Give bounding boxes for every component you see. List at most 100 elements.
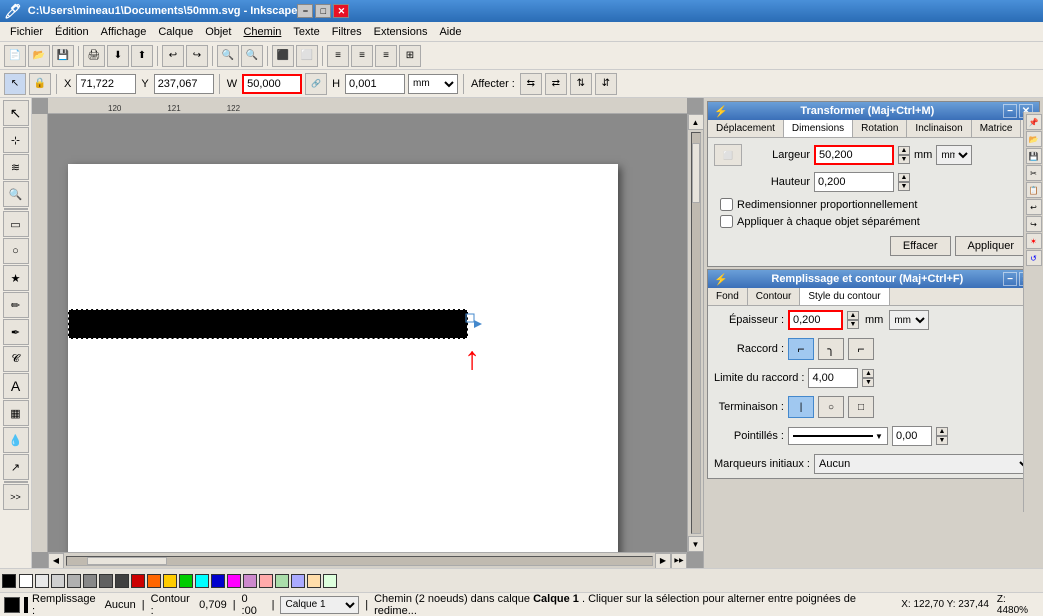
menu-texte[interactable]: Texte bbox=[287, 24, 325, 40]
affecter-btn2[interactable]: ⇄ bbox=[545, 73, 567, 95]
node-tool[interactable]: ⊹ bbox=[3, 127, 29, 153]
color-lightgreen[interactable] bbox=[275, 574, 289, 588]
align-left-button[interactable]: ≡ bbox=[327, 45, 349, 67]
cap-round[interactable]: ○ bbox=[818, 396, 844, 418]
dropper-tool[interactable]: 💧 bbox=[3, 427, 29, 453]
vscroll-track[interactable] bbox=[691, 132, 701, 534]
import-button[interactable]: ⬇ bbox=[107, 45, 129, 67]
undo-button[interactable]: ↩ bbox=[162, 45, 184, 67]
color-black[interactable] bbox=[2, 574, 16, 588]
tab-rotation[interactable]: Rotation bbox=[853, 120, 907, 137]
close-button[interactable]: ✕ bbox=[333, 4, 349, 18]
rs-btn5[interactable]: 📋 bbox=[1026, 182, 1042, 198]
hscroll-thumb[interactable] bbox=[87, 557, 167, 565]
color-gray1[interactable] bbox=[35, 574, 49, 588]
apply-each-checkbox[interactable] bbox=[720, 215, 733, 228]
color-magenta[interactable] bbox=[227, 574, 241, 588]
tab-style-contour[interactable]: Style du contour bbox=[800, 288, 889, 305]
largeur-unit-select[interactable]: mm px bbox=[936, 145, 972, 165]
distribute-button[interactable]: ⊞ bbox=[399, 45, 421, 67]
join-miter[interactable]: ⌐ bbox=[788, 338, 814, 360]
select-tool[interactable]: ↖ bbox=[4, 73, 26, 95]
arrow-tool[interactable]: ↖ bbox=[3, 100, 29, 126]
limite-input[interactable] bbox=[808, 368, 858, 388]
fillstroke-minimize[interactable]: − bbox=[1003, 272, 1017, 286]
unit-select[interactable]: mm px cm bbox=[408, 74, 458, 94]
save-button[interactable]: 💾 bbox=[52, 45, 74, 67]
rs-btn4[interactable]: ✂ bbox=[1026, 165, 1042, 181]
layer-select[interactable]: Calque 1 bbox=[280, 596, 359, 614]
affecter-btn3[interactable]: ⇅ bbox=[570, 73, 592, 95]
limite-up[interactable]: ▲ bbox=[862, 369, 874, 378]
star-tool[interactable]: ★ bbox=[3, 265, 29, 291]
color-lightred[interactable] bbox=[259, 574, 273, 588]
menu-fichier[interactable]: Fichier bbox=[4, 24, 49, 40]
zoom-out-button[interactable]: 🔍 bbox=[241, 45, 263, 67]
color-gray3[interactable] bbox=[67, 574, 81, 588]
tab-matrice[interactable]: Matrice bbox=[972, 120, 1022, 137]
epaisseur-unit-select[interactable]: mm px bbox=[889, 310, 929, 330]
fill-color-swatch[interactable] bbox=[4, 597, 20, 613]
color-yellow[interactable] bbox=[163, 574, 177, 588]
scroll-right-arrow[interactable]: ▶ bbox=[655, 553, 671, 569]
y-input[interactable]: 237,067 bbox=[154, 74, 214, 94]
tab-inclinaison[interactable]: Inclinaison bbox=[907, 120, 971, 137]
hscroll-track[interactable] bbox=[66, 556, 653, 566]
rs-btn3[interactable]: 💾 bbox=[1026, 148, 1042, 164]
tab-dimensions[interactable]: Dimensions bbox=[784, 120, 853, 137]
h-input[interactable] bbox=[345, 74, 405, 94]
epaisseur-input[interactable] bbox=[788, 310, 843, 330]
join-bevel[interactable]: ⌐ bbox=[848, 338, 874, 360]
color-gray2[interactable] bbox=[51, 574, 65, 588]
color-cyan[interactable] bbox=[195, 574, 209, 588]
color-purple[interactable] bbox=[243, 574, 257, 588]
join-round[interactable]: ╮ bbox=[818, 338, 844, 360]
tab-deplacement[interactable]: Déplacement bbox=[708, 120, 784, 137]
pointilles-down[interactable]: ▼ bbox=[936, 436, 948, 445]
lock-aspect[interactable]: 🔗 bbox=[305, 73, 327, 95]
appliquer-button[interactable]: Appliquer bbox=[955, 236, 1027, 256]
menu-edition[interactable]: Édition bbox=[49, 24, 95, 40]
group-button[interactable]: ⬛ bbox=[272, 45, 294, 67]
menu-objet[interactable]: Objet bbox=[199, 24, 237, 40]
minimize-button[interactable]: − bbox=[297, 4, 313, 18]
scroll-expand[interactable]: ▶▶ bbox=[671, 553, 687, 569]
color-lightblue[interactable] bbox=[291, 574, 305, 588]
scroll-up-arrow[interactable]: ▲ bbox=[688, 114, 704, 130]
menu-filtres[interactable]: Filtres bbox=[326, 24, 368, 40]
ungroup-button[interactable]: ⬜ bbox=[296, 45, 318, 67]
circle-tool[interactable]: ○ bbox=[3, 238, 29, 264]
pencil-tool[interactable]: ✒ bbox=[3, 319, 29, 345]
x-input[interactable]: 71,722 bbox=[76, 74, 136, 94]
largeur-icon[interactable]: ⬜ bbox=[714, 144, 742, 166]
hauteur-down[interactable]: ▼ bbox=[898, 182, 910, 191]
effacer-button[interactable]: Effacer bbox=[890, 236, 951, 256]
tab-fond[interactable]: Fond bbox=[708, 288, 748, 305]
align-right-button[interactable]: ≡ bbox=[375, 45, 397, 67]
rs-btn9[interactable]: ↺ bbox=[1026, 250, 1042, 266]
marqueurs-select[interactable]: Aucun bbox=[814, 454, 1033, 474]
largeur-up[interactable]: ▲ bbox=[898, 146, 910, 155]
hauteur-input[interactable] bbox=[814, 172, 894, 192]
color-white[interactable] bbox=[19, 574, 33, 588]
affecter-btn1[interactable]: ⇆ bbox=[520, 73, 542, 95]
zoom-tool[interactable]: 🔍 bbox=[3, 181, 29, 207]
color-gray6[interactable] bbox=[115, 574, 129, 588]
cap-square[interactable]: □ bbox=[848, 396, 874, 418]
vscrollbar[interactable]: ▲ ▼ bbox=[687, 114, 703, 552]
proportional-checkbox[interactable] bbox=[720, 198, 733, 211]
lock-btn[interactable]: 🔒 bbox=[29, 73, 51, 95]
color-gray4[interactable] bbox=[83, 574, 97, 588]
callig-tool[interactable]: 𝓒 bbox=[3, 346, 29, 372]
hscrollbar[interactable]: ◀ ▶ ▶▶ bbox=[48, 552, 687, 568]
color-green[interactable] bbox=[179, 574, 193, 588]
largeur-down[interactable]: ▼ bbox=[898, 155, 910, 164]
w-input[interactable] bbox=[242, 74, 302, 94]
menu-affichage[interactable]: Affichage bbox=[95, 24, 153, 40]
epaisseur-up[interactable]: ▲ bbox=[847, 311, 859, 320]
color-peach[interactable] bbox=[307, 574, 321, 588]
menu-calque[interactable]: Calque bbox=[152, 24, 199, 40]
export-button[interactable]: ⬆ bbox=[131, 45, 153, 67]
color-blue[interactable] bbox=[211, 574, 225, 588]
pointilles-input[interactable] bbox=[892, 426, 932, 446]
